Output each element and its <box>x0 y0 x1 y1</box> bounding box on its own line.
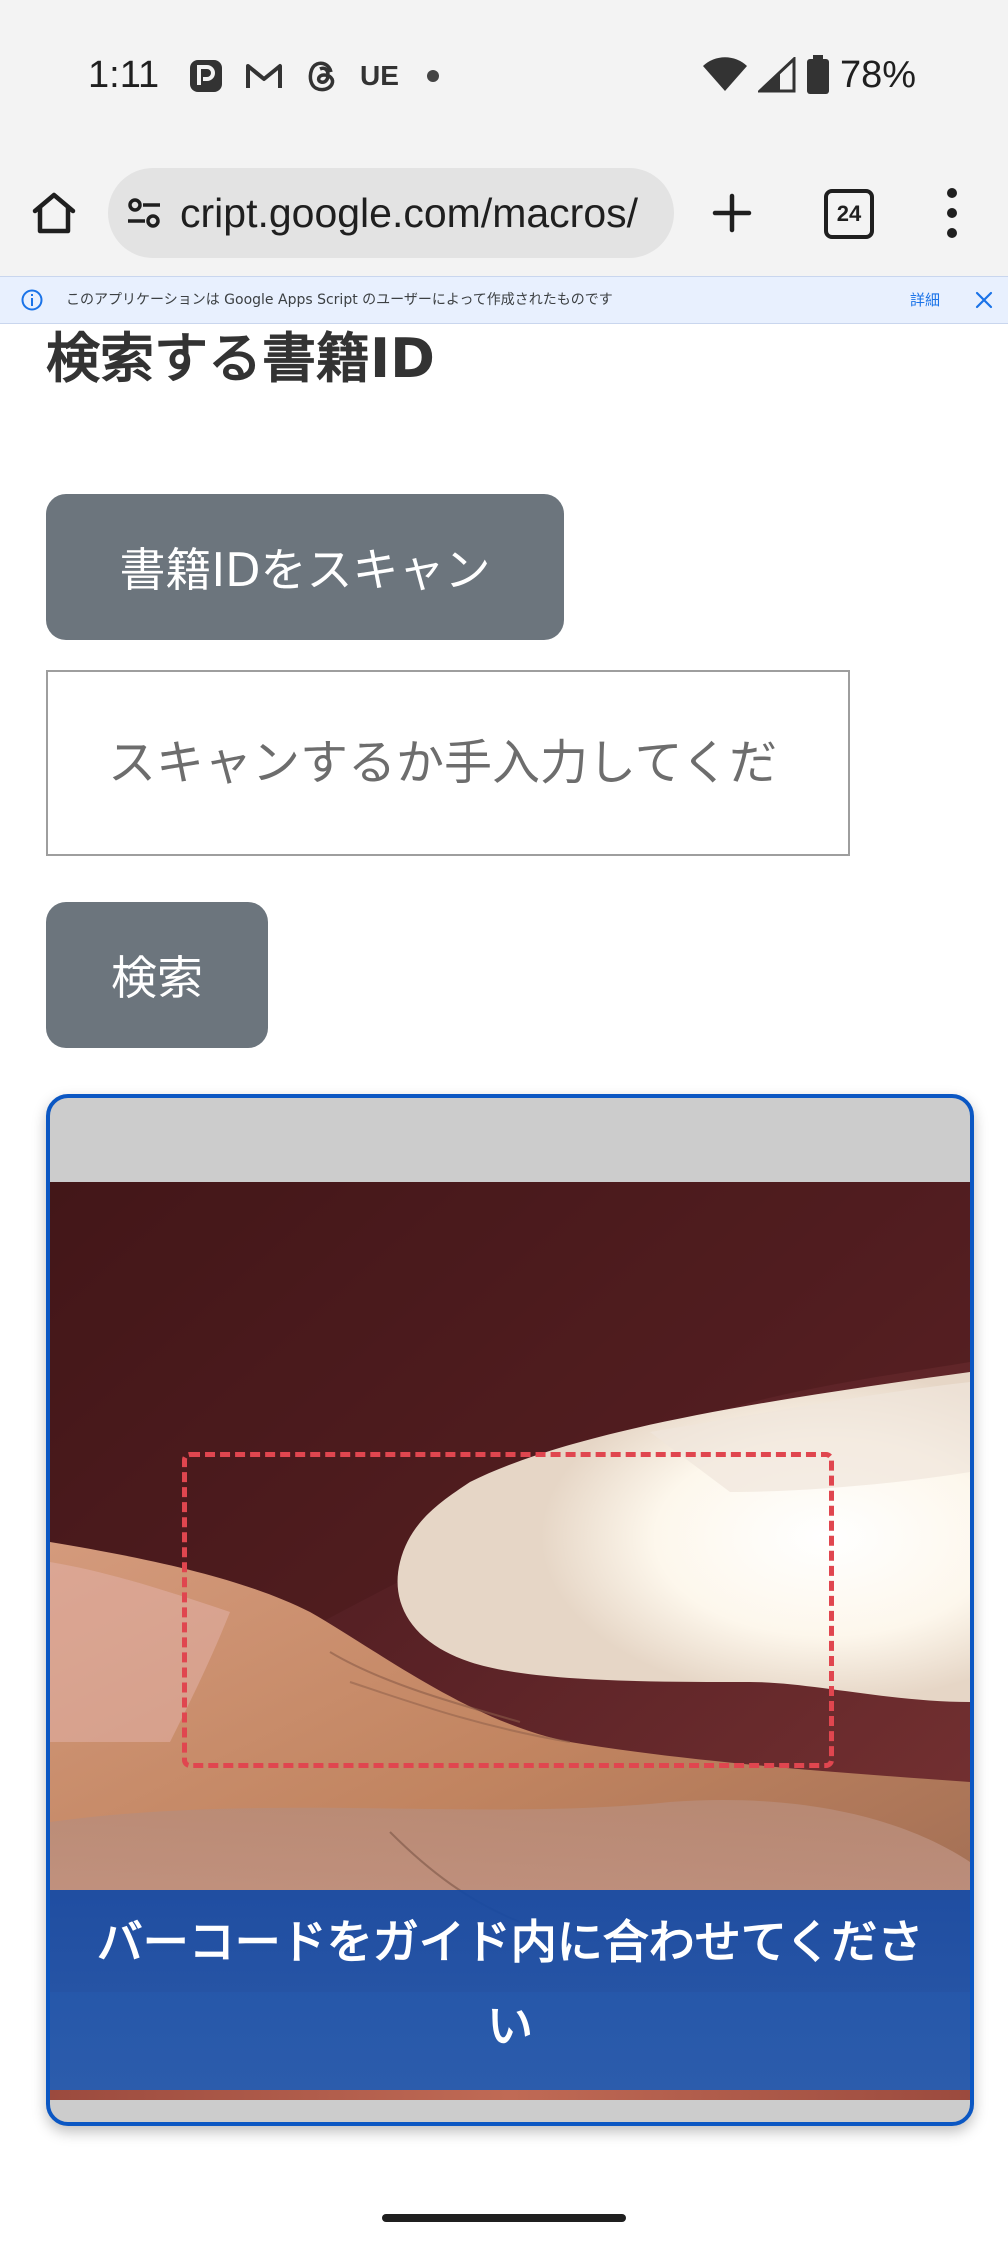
search-button[interactable]: 検索 <box>46 902 268 1048</box>
ue-icon: UE <box>360 60 399 91</box>
info-icon <box>21 289 43 311</box>
more-vert-icon <box>947 188 957 198</box>
site-settings-icon[interactable] <box>124 193 164 233</box>
browser-toolbar: cript.google.com/macros/ 24 <box>0 150 1008 276</box>
url-text[interactable]: cript.google.com/macros/ <box>180 168 668 258</box>
book-id-input[interactable] <box>46 670 850 856</box>
banner-text: このアプリケーションは Google Apps Script のユーザーによって… <box>66 292 613 308</box>
close-icon[interactable] <box>972 288 996 312</box>
gesture-navigation-bar[interactable] <box>382 2214 626 2222</box>
status-bar: 1:11 UE 78% <box>0 0 1008 150</box>
tab-switcher-button[interactable]: 24 <box>824 189 874 239</box>
camera-preview-edge <box>50 2090 970 2100</box>
threads-icon <box>302 56 342 96</box>
gmail-icon <box>244 56 284 96</box>
battery-percent: 78% <box>839 54 916 96</box>
home-icon <box>32 192 76 234</box>
signal-icon <box>757 57 796 93</box>
plus-icon <box>712 193 752 233</box>
wifi-icon <box>702 57 747 91</box>
notification-icons: UE <box>186 56 439 96</box>
home-button[interactable] <box>22 181 86 245</box>
scanner-guide-text: バーコードをガイド内に合わせてください <box>50 1890 970 2090</box>
status-time: 1:11 <box>88 54 160 96</box>
apps-script-warning-banner: このアプリケーションは Google Apps Script のユーザーによって… <box>0 276 1008 324</box>
more-notifications-dot-icon <box>426 70 439 82</box>
picsart-icon <box>186 56 226 96</box>
banner-detail-link[interactable]: 詳細 <box>910 277 940 323</box>
more-menu-button[interactable] <box>930 181 974 245</box>
new-tab-button[interactable] <box>700 181 764 245</box>
battery-icon <box>806 55 829 94</box>
scan-book-id-button[interactable]: 書籍IDをスキャン <box>46 494 564 640</box>
address-bar[interactable]: cript.google.com/macros/ <box>108 168 674 258</box>
system-icons: 78% <box>702 52 916 98</box>
page-title: 検索する書籍ID <box>46 327 435 390</box>
barcode-guide-frame <box>182 1452 834 1768</box>
